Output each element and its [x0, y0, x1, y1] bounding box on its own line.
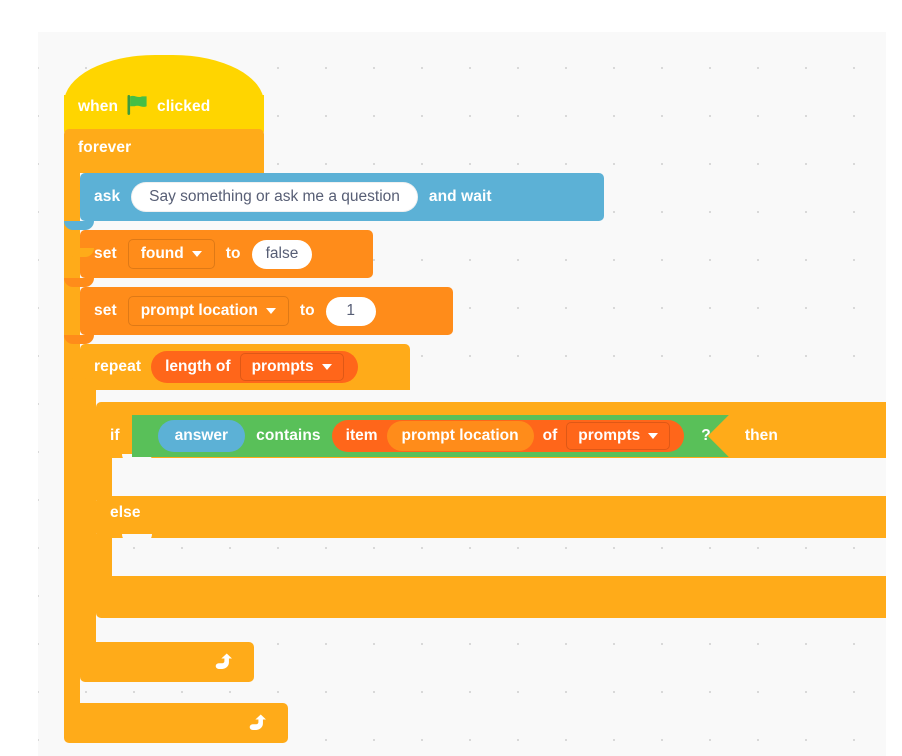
if-condition-row: if answer contains item prompt location … — [110, 415, 778, 457]
else-branch-empty-slot[interactable] — [122, 534, 152, 543]
loop-arrow-icon — [212, 651, 234, 678]
repeat-label-row: repeat length of prompts — [94, 351, 358, 383]
of-label: of — [542, 427, 558, 444]
set-prompt-location-bottom-notch — [64, 335, 94, 344]
ask-bottom-notch — [64, 221, 94, 230]
set-prompt-location-value-input[interactable]: 1 — [325, 296, 376, 326]
list-name-prompts-2: prompts — [578, 427, 641, 444]
variable-dropdown-found[interactable]: found — [127, 239, 215, 269]
repeat-bottom-notch — [64, 370, 94, 379]
length-of-label: length of — [165, 358, 231, 375]
ask-row: ask Say something or ask me a question a… — [80, 173, 604, 221]
repeat-label: repeat — [94, 358, 142, 375]
loop-arrow-icon — [246, 712, 268, 739]
repeat-left-wall — [80, 386, 96, 646]
set-prompt-location-row: set prompt location to 1 — [80, 287, 453, 335]
clicked-label: clicked — [157, 98, 211, 115]
to-label-2: to — [299, 302, 315, 319]
block-when-flag-clicked[interactable]: when clicked — [64, 55, 264, 135]
ask-label: ask — [94, 188, 121, 205]
set-label: set — [94, 245, 117, 262]
item-label: item — [345, 427, 378, 444]
green-flag-icon — [127, 94, 148, 121]
set-found-bottom-notch — [64, 278, 94, 287]
block-ask-and-wait[interactable]: ask Say something or ask me a question a… — [80, 173, 604, 221]
reporter-item-of-list[interactable]: item prompt location of prompts — [332, 420, 685, 452]
if-label: if — [110, 427, 120, 444]
else-label: else — [110, 504, 141, 521]
and-wait-label: and wait — [428, 188, 492, 205]
reporter-answer[interactable]: answer — [158, 420, 245, 452]
ask-question-input[interactable]: Say something or ask me a question — [131, 182, 418, 212]
variable-name-prompt-location: prompt location — [140, 302, 258, 319]
question-mark-label: ? — [701, 427, 711, 444]
chevron-down-icon — [191, 251, 202, 257]
list-dropdown-prompts-2[interactable]: prompts — [566, 422, 670, 450]
script-canvas[interactable]: when clicked forever ask Say something o — [38, 32, 886, 756]
block-set-found[interactable]: set found to false — [80, 230, 373, 278]
boolean-contains-condition[interactable]: answer contains item prompt location of … — [132, 415, 729, 457]
chevron-down-icon — [321, 364, 332, 370]
set-found-row: set found to false — [80, 230, 373, 278]
to-label: to — [225, 245, 241, 262]
if-branch-left-wall — [96, 454, 112, 500]
list-dropdown-prompts[interactable]: prompts — [239, 353, 344, 381]
else-branch-left-wall — [96, 534, 112, 580]
block-set-prompt-location[interactable]: set prompt location to 1 — [80, 287, 453, 335]
hat-block-label-row: when clicked — [64, 87, 264, 127]
if-else-bottom-bar — [96, 576, 886, 618]
set-found-value-input[interactable]: false — [251, 239, 313, 269]
chevron-down-icon — [265, 308, 276, 314]
variable-name-found: found — [140, 245, 184, 262]
variable-dropdown-prompt-location[interactable]: prompt location — [127, 296, 289, 326]
set-label-2: set — [94, 302, 117, 319]
forever-label: forever — [78, 139, 132, 156]
contains-operator-label: contains — [256, 427, 321, 444]
list-name-prompts: prompts — [251, 358, 314, 375]
then-label: then — [744, 427, 778, 444]
reporter-variable-prompt-location[interactable]: prompt location — [387, 421, 534, 451]
if-else-bottom-notch — [64, 248, 94, 257]
else-divider-bar — [96, 496, 886, 538]
chevron-down-icon — [648, 433, 658, 439]
when-label: when — [78, 98, 119, 115]
reporter-length-of-list[interactable]: length of prompts — [151, 351, 358, 383]
